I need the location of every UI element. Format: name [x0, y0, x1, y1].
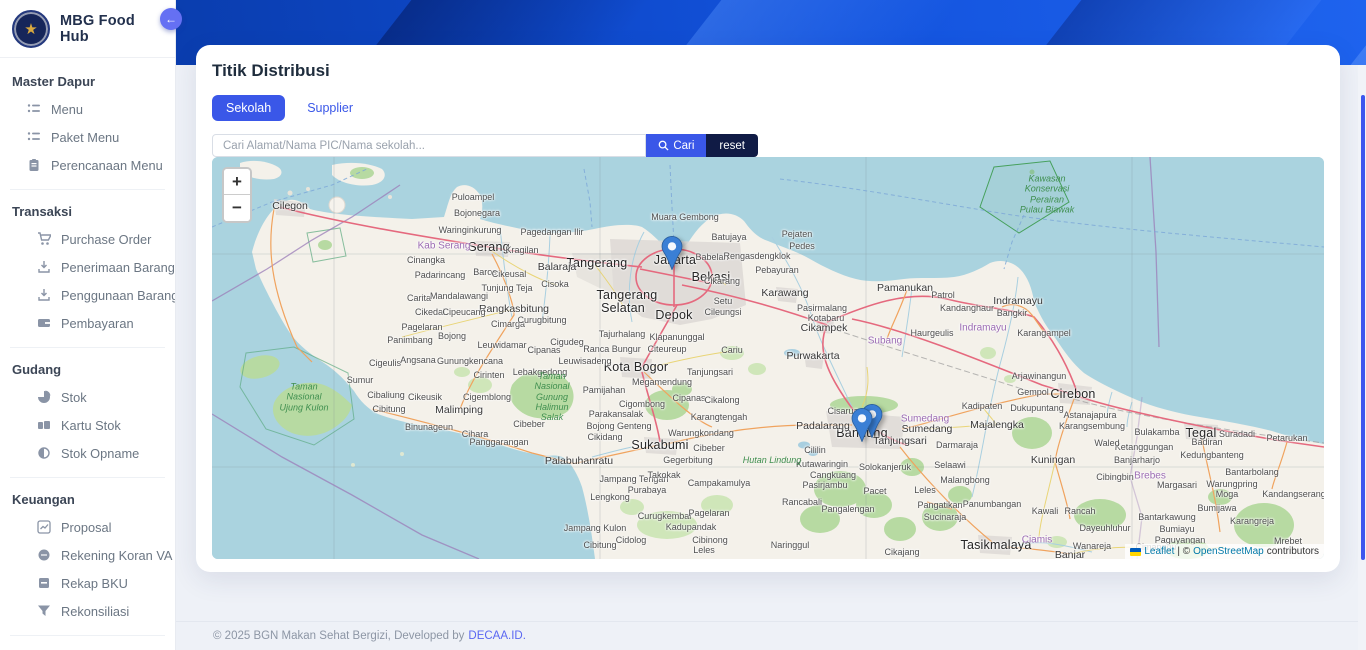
penggunaan-barang-icon	[36, 288, 51, 303]
sidebar-item-penerimaan-barang[interactable]: Penerimaan Barang	[10, 253, 165, 281]
sidebar-item-label: Paket Menu	[51, 130, 119, 145]
zoom-out-button[interactable]: −	[224, 195, 250, 221]
penerimaan-barang-icon	[36, 260, 51, 275]
openstreetmap-link[interactable]: OpenStreetMap	[1193, 546, 1264, 557]
sidebar-item-label: Stok	[61, 390, 87, 405]
app-title: MBG Food Hub	[60, 13, 163, 45]
map-zoom-control: + −	[222, 167, 252, 223]
sidebar: ★ MBG Food Hub Master Dapur Menu Paket Men…	[0, 0, 176, 650]
sidebar-item-purchase-order[interactable]: Purchase Order	[10, 225, 165, 253]
stok-opname-icon	[36, 446, 51, 461]
sidebar-item-pembayaran[interactable]: Pembayaran	[10, 309, 165, 337]
perencanaan-menu-icon	[26, 158, 41, 173]
sidebar-section: Laporan	[10, 635, 165, 650]
search-icon	[658, 140, 669, 151]
paket-menu-icon	[26, 130, 41, 145]
sidebar-section: Master Dapur Menu Paket Menu Perencanaan Me…	[0, 64, 175, 187]
sidebar-item-label: Rekap BKU	[61, 576, 128, 591]
map-markers-layer	[212, 157, 1324, 559]
sidebar-item-label: Perencanaan Menu	[51, 158, 163, 173]
sidebar-item-label: Menu	[51, 102, 83, 117]
sidebar-item-label: Kartu Stok	[61, 418, 121, 433]
sidebar-item-stok-opname[interactable]: Stok Opname	[10, 439, 165, 467]
sidebar-item-label: Rekonsiliasi	[61, 604, 129, 619]
sidebar-section-label: Gudang	[10, 358, 165, 383]
sidebar-section: Transaksi Purchase Order Penerimaan Barang…	[10, 189, 165, 345]
sidebar-item-menu[interactable]: Menu	[0, 95, 175, 123]
search-button-label: Cari	[673, 140, 694, 152]
purchase-order-icon	[36, 232, 51, 247]
reset-button[interactable]: reset	[706, 134, 758, 157]
sidebar-item-label: Purchase Order	[61, 232, 151, 247]
leaflet-link[interactable]: Leaflet	[1144, 546, 1174, 557]
footer-text: © 2025 BGN Makan Sehat Bergizi, Develope…	[213, 630, 464, 642]
sidebar-collapse-button[interactable]: ←	[160, 8, 182, 30]
sidebar-section: Keuangan Proposal Rekening Koran VA Rekap B…	[10, 477, 165, 633]
sidebar-nav: Master Dapur Menu Paket Menu Perencanaan Me…	[0, 58, 175, 650]
brand: ★ MBG Food Hub	[0, 0, 175, 58]
map-marker[interactable]	[661, 236, 683, 270]
distribution-map[interactable]: SerangTangerangJakartaBekasiTangerangSel…	[212, 157, 1324, 559]
proposal-icon	[36, 520, 51, 535]
sidebar-section-label: Laporan	[10, 646, 165, 650]
rekap-bku-icon	[36, 576, 51, 591]
ukraine-flag-icon	[1130, 548, 1141, 556]
sidebar-item-label: Pembayaran	[61, 316, 134, 331]
tab-bar: Sekolah Supplier	[212, 95, 1324, 121]
menu-icon	[26, 102, 41, 117]
sidebar-item-penggunaan-barang[interactable]: Penggunaan Barang	[10, 281, 165, 309]
map-marker[interactable]	[851, 408, 873, 442]
sidebar-item-label: Proposal	[61, 520, 112, 535]
search-input[interactable]	[212, 134, 646, 157]
footer: © 2025 BGN Makan Sehat Bergizi, Develope…	[176, 621, 1366, 650]
map-attribution: Leaflet | © OpenStreetMap contributors	[1125, 544, 1324, 559]
zoom-in-button[interactable]: +	[224, 169, 250, 195]
sidebar-item-perencanaan-menu[interactable]: Perencanaan Menu	[0, 151, 175, 179]
content-card: Titik Distribusi Sekolah Supplier Cari re…	[196, 45, 1340, 572]
rekonsiliasi-icon	[36, 604, 51, 619]
kartu-stok-icon	[36, 418, 51, 433]
tab-supplier[interactable]: Supplier	[293, 95, 367, 121]
sidebar-item-label: Penerimaan Barang	[61, 260, 175, 275]
sidebar-item-stok[interactable]: Stok	[10, 383, 165, 411]
page-title: Titik Distribusi	[212, 61, 1324, 81]
sidebar-section-label: Master Dapur	[0, 70, 175, 95]
sidebar-section-label: Transaksi	[10, 200, 165, 225]
sidebar-item-label: Rekening Koran VA	[61, 548, 172, 563]
sidebar-item-label: Penggunaan Barang	[61, 288, 176, 303]
rekening-koran-va-icon	[36, 548, 51, 563]
attribution-separator: | ©	[1177, 546, 1190, 557]
stok-icon	[36, 390, 51, 405]
search-row: Cari reset	[212, 134, 758, 157]
sidebar-item-rekap-bku[interactable]: Rekap BKU	[10, 569, 165, 597]
search-button[interactable]: Cari	[646, 134, 706, 157]
pembayaran-icon	[36, 316, 51, 331]
sidebar-item-paket-menu[interactable]: Paket Menu	[0, 123, 175, 151]
sidebar-section-label: Keuangan	[10, 488, 165, 513]
footer-link[interactable]: DECAA.ID.	[468, 630, 526, 642]
sidebar-item-kartu-stok[interactable]: Kartu Stok	[10, 411, 165, 439]
sidebar-item-rekening-koran-va[interactable]: Rekening Koran VA	[10, 541, 165, 569]
scrollbar-thumb[interactable]	[1361, 95, 1365, 560]
sidebar-section: Gudang Stok Kartu Stok Stok Opname	[10, 347, 165, 475]
sidebar-item-proposal[interactable]: Proposal	[10, 513, 165, 541]
attribution-suffix: contributors	[1267, 546, 1319, 557]
app-logo-icon: ★	[12, 10, 50, 48]
sidebar-item-rekonsiliasi[interactable]: Rekonsiliasi	[10, 597, 165, 625]
sidebar-item-label: Stok Opname	[61, 446, 139, 461]
tab-sekolah[interactable]: Sekolah	[212, 95, 285, 121]
